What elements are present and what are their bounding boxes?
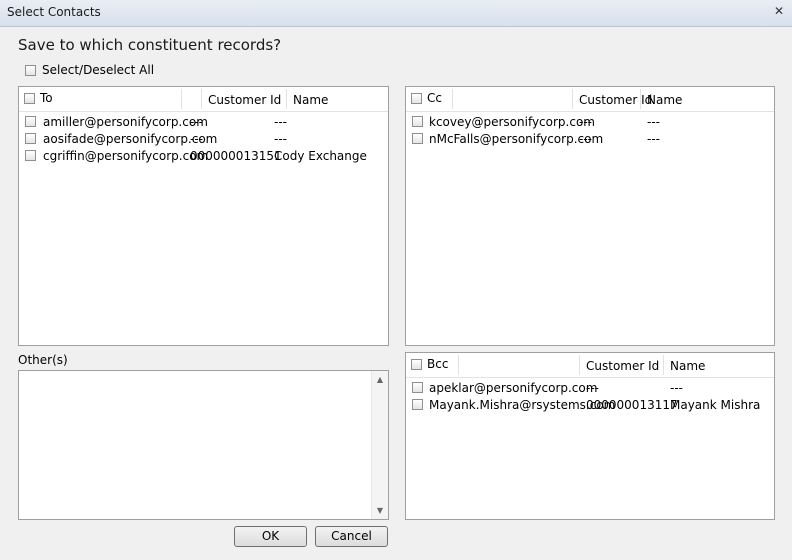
name-cell: Cody Exchange <box>274 149 367 163</box>
close-icon[interactable]: ✕ <box>772 4 786 18</box>
row-checkbox[interactable] <box>412 382 423 393</box>
vertical-scrollbar[interactable]: ▲ ▼ <box>371 371 388 519</box>
bcc-header-label: Bcc <box>427 357 449 371</box>
name-column-header[interactable]: Name <box>641 87 741 111</box>
name-column-header[interactable]: Name <box>287 87 387 111</box>
dialog-prompt: Save to which constituent records? <box>18 36 282 54</box>
row-checkbox[interactable] <box>412 399 423 410</box>
list-item[interactable]: aosifade@personifycorp.com --- --- <box>19 130 388 147</box>
email-cell: apeklar@personifycorp.com <box>429 381 598 395</box>
bcc-column-header[interactable]: Bcc <box>406 353 458 377</box>
name-header-label: Name <box>293 93 329 107</box>
bcc-recipients-list[interactable]: Bcc Customer Id Name apeklar@personifyco… <box>405 352 775 520</box>
cc-column-header[interactable]: Cc <box>406 87 452 111</box>
window-title: Select Contacts <box>7 5 101 19</box>
customer-id-column-header[interactable]: Customer Id <box>580 353 663 377</box>
cc-header-label: Cc <box>427 91 442 105</box>
email-cell: nMcFalls@personifycorp.com <box>429 132 604 146</box>
customer-id-column-header[interactable]: Customer Id <box>202 87 286 111</box>
list-item[interactable]: apeklar@personifycorp.com --- --- <box>406 379 774 396</box>
customer-id-cell: --- <box>579 115 592 129</box>
customer-id-cell: 000000013117 <box>586 398 678 412</box>
column-divider <box>452 89 453 109</box>
email-cell: kcovey@personifycorp.com <box>429 115 595 129</box>
list-item[interactable]: kcovey@personifycorp.com --- --- <box>406 113 774 130</box>
email-cell: amiller@personifycorp.com <box>43 115 208 129</box>
checkbox-box[interactable] <box>25 65 36 76</box>
title-bar: Select Contacts ✕ <box>0 0 792 27</box>
customer-id-column-header[interactable]: Customer Id <box>573 87 652 111</box>
name-column-header[interactable]: Name <box>664 353 764 377</box>
ok-button[interactable]: OK <box>234 526 307 547</box>
row-checkbox[interactable] <box>412 116 423 127</box>
to-list-header: To Customer Id Name <box>19 87 388 112</box>
customer-id-cell: --- <box>190 132 203 146</box>
customer-id-cell: --- <box>586 381 599 395</box>
to-recipients-list[interactable]: To Customer Id Name amiller@personifycor… <box>18 86 389 346</box>
row-checkbox[interactable] <box>412 133 423 144</box>
list-item[interactable]: amiller@personifycorp.com --- --- <box>19 113 388 130</box>
select-all-label: Select/Deselect All <box>42 63 155 77</box>
scroll-down-arrow-icon[interactable]: ▼ <box>372 506 388 515</box>
name-cell: --- <box>274 115 287 129</box>
row-checkbox[interactable] <box>25 133 36 144</box>
bcc-list-header: Bcc Customer Id Name <box>406 353 774 378</box>
list-item[interactable]: Mayank.Mishra@rsystems.com 000000013117 … <box>406 396 774 413</box>
email-cell: cgriffin@personifycorp.com <box>43 149 209 163</box>
column-divider <box>181 89 182 109</box>
cc-select-all-checkbox[interactable] <box>411 93 422 104</box>
name-cell: --- <box>274 132 287 146</box>
customer-id-cell: 000000013151 <box>190 149 282 163</box>
to-header-label: To <box>40 91 53 105</box>
customer-id-header-label: Customer Id <box>208 93 282 107</box>
row-checkbox[interactable] <box>25 116 36 127</box>
scroll-up-arrow-icon[interactable]: ▲ <box>372 375 388 384</box>
name-cell: Mayank Mishra <box>670 398 761 412</box>
customer-id-cell: --- <box>190 115 203 129</box>
name-cell: --- <box>670 381 683 395</box>
name-cell: --- <box>647 115 660 129</box>
others-textarea[interactable]: ▲ ▼ <box>18 370 389 520</box>
bcc-select-all-checkbox[interactable] <box>411 359 422 370</box>
list-item[interactable]: cgriffin@personifycorp.com 000000013151 … <box>19 147 388 164</box>
others-label: Other(s) <box>18 353 68 367</box>
customer-id-header-label: Customer Id <box>586 359 660 373</box>
cancel-button[interactable]: Cancel <box>315 526 388 547</box>
cc-recipients-list[interactable]: Cc Customer Id Name kcovey@personifycorp… <box>405 86 775 346</box>
cc-list-header: Cc Customer Id Name <box>406 87 774 112</box>
column-divider <box>458 355 459 375</box>
name-header-label: Name <box>647 93 683 107</box>
name-header-label: Name <box>670 359 706 373</box>
to-column-header[interactable]: To <box>19 87 181 111</box>
customer-id-cell: --- <box>579 132 592 146</box>
list-item[interactable]: nMcFalls@personifycorp.com --- --- <box>406 130 774 147</box>
to-select-all-checkbox[interactable] <box>24 93 35 104</box>
row-checkbox[interactable] <box>25 150 36 161</box>
name-cell: --- <box>647 132 660 146</box>
